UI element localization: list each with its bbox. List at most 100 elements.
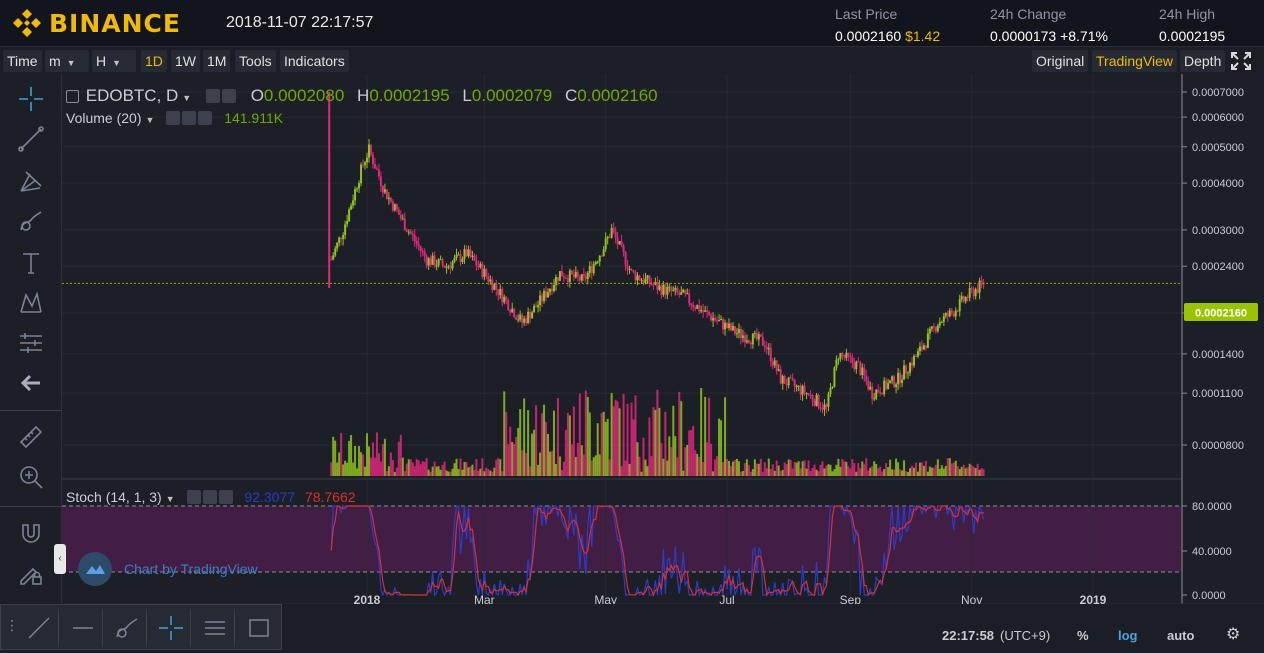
volume-label[interactable]: Volume (20) xyxy=(66,110,141,126)
tradingview-watermark[interactable]: Chart by TradingView xyxy=(78,552,258,586)
indicators-button[interactable]: Indicators xyxy=(280,50,349,72)
brand-name: BINANCE xyxy=(49,8,181,38)
volume-bar xyxy=(614,399,617,476)
settings-gear-icon[interactable] xyxy=(202,490,217,504)
chevron-down-icon[interactable]: ▼ xyxy=(166,494,175,504)
chart-settings-gear-icon[interactable]: ⚙ xyxy=(1226,624,1240,644)
volume-bar xyxy=(666,460,669,476)
candle-body xyxy=(531,312,534,319)
tools-button[interactable]: Tools xyxy=(235,50,276,72)
log-scale-toggle[interactable]: log xyxy=(1118,628,1138,643)
volume-bar xyxy=(554,464,557,476)
volume-bar xyxy=(728,460,731,476)
lock-drawing-tool[interactable] xyxy=(14,556,48,590)
magnet-tool[interactable] xyxy=(14,516,48,550)
quick-brush-button[interactable] xyxy=(107,609,147,647)
volume-bar xyxy=(837,458,840,476)
candle-body xyxy=(745,340,748,343)
chevron-down-icon[interactable]: ▼ xyxy=(182,93,191,103)
volume-bar xyxy=(932,467,935,476)
candle-body xyxy=(495,284,498,290)
view-depth-button[interactable]: Depth xyxy=(1180,50,1226,72)
timezone-button[interactable]: (UTC+9) xyxy=(1000,628,1050,643)
price-chart[interactable]: 0.0007000 0.0006000 0.0005000 0.0004000 0.00… xyxy=(62,74,1264,604)
interval-1d-button[interactable]: 1D xyxy=(141,50,167,72)
volume-bar xyxy=(706,442,709,476)
watermark-text[interactable]: Chart by TradingView xyxy=(124,561,258,577)
interval-1w-button[interactable]: 1W xyxy=(171,50,200,72)
quick-rectangle-button[interactable] xyxy=(239,609,279,647)
volume-bar xyxy=(648,417,651,476)
view-original-button[interactable]: Original xyxy=(1032,50,1089,72)
close-icon[interactable] xyxy=(218,490,233,504)
quick-crosshair-button[interactable] xyxy=(151,609,191,647)
trendline-tool[interactable] xyxy=(14,122,48,156)
fullscreen-button[interactable] xyxy=(1229,50,1253,72)
volume-bar xyxy=(769,468,772,476)
stoch-d-value: 78.7662 xyxy=(304,489,356,505)
volume-bar xyxy=(893,469,896,476)
volume-bar xyxy=(517,428,520,476)
quick-trendline-button[interactable] xyxy=(19,609,59,647)
candle-body xyxy=(956,310,959,312)
drag-grip-icon[interactable]: ⋮ xyxy=(5,617,19,634)
candle-body xyxy=(696,305,699,309)
candle-body xyxy=(336,242,339,249)
measure-tool[interactable] xyxy=(14,420,48,454)
candle-body xyxy=(481,263,484,277)
collapse-legend-icon[interactable] xyxy=(66,90,79,103)
candle-body xyxy=(793,380,796,387)
auto-scale-toggle[interactable]: auto xyxy=(1167,628,1194,643)
interval-1m-button[interactable]: 1M xyxy=(203,50,231,72)
settings-gear-icon[interactable] xyxy=(205,89,220,103)
symbol-name[interactable]: EDOBTC, D xyxy=(86,86,179,105)
chevron-down-icon[interactable]: ▼ xyxy=(145,115,154,125)
candle-body xyxy=(628,269,631,271)
candle-body xyxy=(805,393,808,395)
pattern-icon xyxy=(20,291,42,313)
zoom-tool[interactable] xyxy=(14,460,48,494)
chart-area[interactable]: 0.0007000 0.0006000 0.0005000 0.0004000 0.00… xyxy=(62,74,1264,604)
volume-bar xyxy=(499,459,502,476)
settings-gear-icon[interactable] xyxy=(182,111,197,125)
candle-body xyxy=(652,284,655,286)
prediction-icon xyxy=(20,333,42,353)
close-icon[interactable] xyxy=(198,111,213,125)
view-tradingview-button[interactable]: TradingView xyxy=(1092,50,1178,72)
eye-icon[interactable] xyxy=(166,111,181,125)
hour-select[interactable]: H ▼ xyxy=(92,50,136,72)
pane-divider[interactable] xyxy=(62,478,1182,480)
brush-tool[interactable] xyxy=(14,204,48,238)
stoch-label[interactable]: Stoch (14, 1, 3) xyxy=(66,489,162,505)
candle-body xyxy=(839,352,842,359)
prediction-tool[interactable] xyxy=(14,326,48,360)
percent-scale-toggle[interactable]: % xyxy=(1077,628,1089,643)
binance-logo[interactable]: BINANCE xyxy=(10,8,181,38)
pitchfork-tool[interactable] xyxy=(14,164,48,198)
minute-select[interactable]: m ▼ xyxy=(45,50,89,72)
settings-gear-icon[interactable] xyxy=(221,89,236,103)
quick-lines-button[interactable] xyxy=(195,609,235,647)
volume-bar xyxy=(724,397,727,476)
volume-bar xyxy=(833,469,836,476)
text-tool[interactable] xyxy=(14,246,48,280)
candle-body xyxy=(533,305,536,313)
eye-icon[interactable] xyxy=(186,490,201,504)
volume-bar xyxy=(718,418,721,476)
crosshair-tool[interactable] xyxy=(14,82,48,116)
candle-body xyxy=(757,334,760,340)
candle-body xyxy=(622,245,625,253)
volume-bar xyxy=(962,464,965,476)
volume-bar xyxy=(944,465,947,476)
candle-body xyxy=(916,351,919,357)
volume-bar xyxy=(360,452,363,476)
candle-body xyxy=(411,233,414,236)
time-button[interactable]: Time xyxy=(3,50,42,72)
candle-body xyxy=(761,336,764,346)
brush-icon xyxy=(115,618,137,638)
pattern-tool[interactable] xyxy=(14,286,48,320)
quick-horizontal-line-button[interactable] xyxy=(63,609,103,647)
volume-bar xyxy=(584,390,587,476)
sidebar-collapse-handle[interactable]: ‹ xyxy=(54,544,66,574)
remove-tool[interactable] xyxy=(14,366,48,400)
